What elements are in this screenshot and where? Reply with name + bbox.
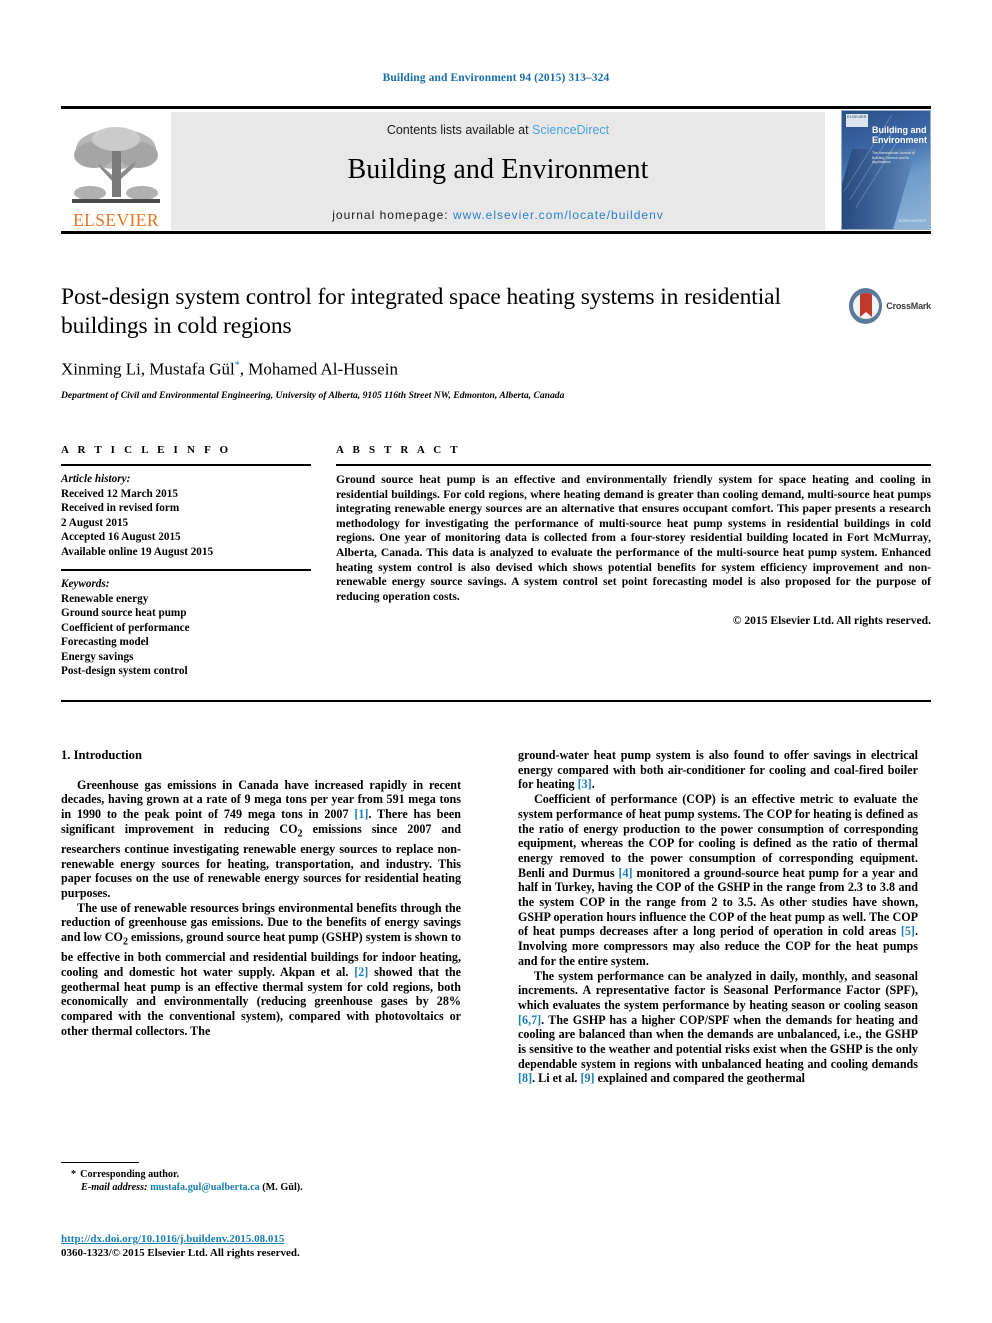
keywords-label: Keywords:	[61, 578, 110, 590]
article-history-label: Article history:	[61, 473, 131, 485]
body-paragraph: Greenhouse gas emissions in Canada have …	[61, 778, 461, 901]
sciencedirect-link[interactable]: ScienceDirect	[532, 123, 609, 137]
abstract-column: A B S T R A C T Ground source heat pump …	[336, 444, 931, 629]
elsevier-tree-icon	[68, 123, 164, 209]
elsevier-logo: ELSEVIER	[63, 112, 169, 230]
cover-badge: ScienceDirect	[898, 218, 926, 223]
cover-title: Building and Environment	[872, 125, 928, 145]
email-link[interactable]: mustafa.gul@ualberta.ca	[150, 1182, 260, 1193]
article-info-rule	[61, 464, 311, 466]
keyword-item: Post-design system control	[61, 665, 188, 677]
body-paragraph: The use of renewable resources brings en…	[61, 901, 461, 1039]
history-item: Received in revised form	[61, 502, 180, 514]
abstract-rule	[336, 464, 931, 466]
paragraph-post: . There has been significant improvement…	[61, 807, 461, 901]
keyword-item: Coefficient of performance	[61, 621, 190, 634]
reference-link[interactable]: [1]	[354, 807, 368, 821]
history-item: Available online 19 August 2015	[61, 545, 214, 558]
paragraph-post: .	[591, 777, 595, 792]
history-item: 2 August 2015	[61, 516, 129, 529]
page-title: Post-design system control for integrate…	[61, 284, 781, 339]
article-info-column: A R T I C L E I N F O Article history: R…	[61, 444, 311, 679]
email-note: E-mail address: mustafa.gul@ualberta.ca …	[61, 1181, 461, 1194]
article-page: Building and Environment 94 (2015) 313–3…	[0, 0, 992, 1323]
section-separator-rule	[61, 700, 931, 702]
journal-band: Contents lists available at ScienceDirec…	[171, 112, 825, 230]
masthead-rule-top	[61, 106, 931, 109]
body-paragraph: ground-water heat pump system is also fo…	[518, 748, 918, 792]
journal-title: Building and Environment	[347, 154, 649, 185]
keyword-item: Forecasting model	[61, 636, 149, 648]
footnote-rule	[61, 1162, 139, 1163]
authors-head: Xinming Li, Mustafa Gül	[61, 359, 235, 379]
crossmark-badge[interactable]: CrossMark	[849, 286, 931, 326]
elsevier-wordmark: ELSEVIER	[73, 210, 159, 230]
body-column-left: 1. Introduction Greenhouse gas emissions…	[61, 748, 461, 1038]
keyword-item: Renewable energy	[61, 592, 149, 605]
running-head: Building and Environment 94 (2015) 313–3…	[382, 72, 610, 84]
contents-available-line: Contents lists available at ScienceDirec…	[387, 123, 609, 137]
body-column-right: ground-water heat pump system is also fo…	[518, 748, 918, 1086]
history-item: Received 12 March 2015	[61, 487, 178, 500]
journal-masthead: ELSEVIER Contents lists available at Sci…	[61, 106, 931, 234]
crossmark-ribbon-icon	[859, 293, 872, 317]
contents-prefix: Contents lists available at	[386, 123, 533, 137]
keywords-rule	[61, 569, 311, 571]
footnote-block: * Corresponding author. E-mail address: m…	[61, 1162, 461, 1194]
crossmark-label: CrossMark	[886, 301, 931, 311]
abstract-text: Ground source heat pump is an effective …	[336, 473, 931, 603]
journal-cover-thumbnail: ELSEVIER Building and Environment The In…	[841, 110, 931, 230]
keyword-item: Energy savings	[61, 650, 134, 663]
doi-block: http://dx.doi.org/10.1016/j.buildenv.201…	[61, 1232, 461, 1260]
crossmark-inner-circle	[852, 293, 879, 319]
section-heading-introduction: 1. Introduction	[61, 748, 142, 762]
paragraph-post-2: . Li et al.	[532, 1071, 581, 1086]
crossmark-icon	[849, 288, 883, 324]
authors-tail: , Mohamed Al-Hussein	[239, 359, 398, 379]
journal-homepage-line: journal homepage: www.elsevier.com/locat…	[332, 208, 664, 222]
abstract-copyright: © 2015 Elsevier Ltd. All rights reserved…	[732, 614, 931, 628]
reference-link[interactable]: [5]	[901, 924, 915, 938]
reference-link[interactable]: [4]	[618, 866, 632, 880]
masthead-rule-bottom	[61, 231, 931, 234]
paragraph-post-3: explained and compared the geothermal	[594, 1071, 805, 1086]
reference-link[interactable]: [2]	[354, 965, 368, 979]
paragraph-pre: The system performance can be analyzed i…	[518, 968, 918, 1012]
author-list: Xinming Li, Mustafa Gül*, Mohamed Al-Hus…	[61, 355, 841, 380]
article-info-heading: A R T I C L E I N F O	[61, 444, 232, 456]
corresponding-author-note: * Corresponding author.	[61, 1168, 461, 1181]
corresponding-author-text: Corresponding author.	[80, 1169, 180, 1180]
abstract-heading: A B S T R A C T	[336, 444, 461, 456]
reference-link[interactable]: [6,7]	[518, 1013, 541, 1027]
footnote-star-marker: *	[71, 1169, 77, 1180]
doi-link[interactable]: http://dx.doi.org/10.1016/j.buildenv.201…	[61, 1232, 461, 1246]
email-label: E-mail address:	[81, 1182, 148, 1193]
history-item: Accepted 16 August 2015	[61, 531, 181, 543]
reference-link[interactable]: [9]	[580, 1071, 594, 1085]
homepage-prefix: journal homepage:	[332, 208, 453, 222]
reference-link[interactable]: [8]	[518, 1071, 532, 1085]
body-paragraph: The system performance can be analyzed i…	[518, 969, 918, 1087]
keyword-item: Ground source heat pump	[61, 607, 187, 619]
affiliation: Department of Civil and Environmental En…	[61, 389, 565, 401]
paragraph-post: . The GSHP has a higher COP/SPF when the…	[518, 1012, 918, 1071]
homepage-url-link[interactable]: www.elsevier.com/locate/buildenv	[453, 208, 664, 222]
cover-subtitle: The International Journal of Building Sc…	[872, 151, 915, 165]
body-paragraph: Coefficient of performance (COP) is an e…	[518, 792, 918, 968]
email-suffix: (M. Gül).	[259, 1182, 303, 1193]
cover-publisher-tag: ELSEVIER	[846, 114, 868, 127]
title-block: Post-design system control for integrate…	[61, 283, 841, 402]
reference-link[interactable]: [3]	[578, 777, 592, 791]
issn-copyright-line: 0360-1323/© 2015 Elsevier Ltd. All right…	[61, 1247, 300, 1259]
